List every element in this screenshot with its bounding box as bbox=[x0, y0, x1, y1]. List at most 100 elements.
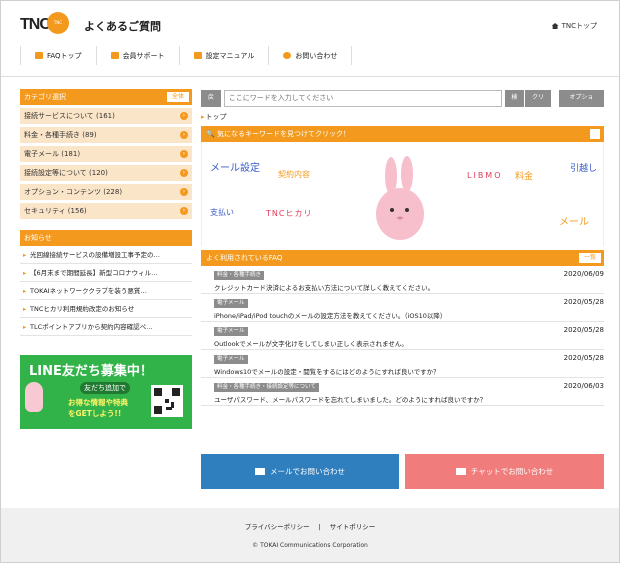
keyword-link[interactable]: 支払い bbox=[210, 207, 234, 218]
logo-text: TNC bbox=[20, 16, 51, 33]
category-label: 電子メール (181) bbox=[24, 150, 81, 158]
line-banner-title: LINE友だち募集中！ bbox=[29, 364, 153, 379]
tnc-top-link[interactable]: TNCトップ bbox=[551, 21, 597, 31]
copyright: © TOKAI Communications Corporation bbox=[252, 542, 368, 549]
calendar-icon[interactable] bbox=[590, 129, 600, 139]
search-icon: 🔍 bbox=[206, 130, 215, 138]
privacy-policy-link[interactable]: プライバシーポリシー bbox=[245, 523, 310, 531]
line-banner-body-line: をGETしよう!! bbox=[68, 409, 122, 418]
line-banner-sub: 友だち追加で bbox=[80, 382, 130, 394]
nav-item-manual[interactable]: 設定マニュアル bbox=[180, 46, 270, 65]
nav-item-contact[interactable]: お問い合わせ bbox=[269, 46, 353, 65]
line-banner-body: お得な情報や特典 をGETしよう!! bbox=[68, 397, 128, 419]
faq-row[interactable]: 料金・各種手続き 2020/06/09 クレジットカード決済によるお支払い方法に… bbox=[201, 266, 604, 294]
keyword-link[interactable]: メール設定 bbox=[210, 159, 260, 174]
faq-row[interactable]: 電子メール 2020/05/28 Outlookでメールが文字化けをしてしまい正… bbox=[201, 322, 604, 350]
tnc-top-label: TNCトップ bbox=[561, 22, 597, 30]
expand-icon[interactable]: › bbox=[180, 131, 188, 139]
nav-label: お問い合わせ bbox=[295, 51, 338, 60]
search-bar: 戻る 検索 クリア オプション bbox=[201, 89, 604, 118]
faq-row[interactable]: 料金・各種手続き・接続設定等について 2020/06/03 ユーザパスワード、メ… bbox=[201, 378, 604, 406]
category-item[interactable]: オプション・コンテンツ (228) › bbox=[20, 184, 192, 200]
nav-label: 設定マニュアル bbox=[205, 51, 255, 60]
tnc-logo[interactable]: TNC TNC bbox=[20, 12, 72, 36]
rabbit-mascot-icon bbox=[376, 156, 424, 240]
faq-row[interactable]: 電子メール 2020/05/28 Windows10でメールの設定・閲覧をするに… bbox=[201, 350, 604, 378]
breadcrumb[interactable]: トップ bbox=[201, 112, 604, 122]
faq-question[interactable]: ユーザパスワード、メールパスワードを忘れてしまいました。どのようにすれば良いです… bbox=[214, 394, 604, 404]
category-item[interactable]: 接続設定等について (120) › bbox=[20, 165, 192, 181]
sidebar: カテゴリ選択 全体 接続サービスについて (161) › 料金・各種手続き (89… bbox=[20, 89, 192, 336]
chat-contact-button[interactable]: チャットでお問い合わせ bbox=[405, 454, 604, 489]
main-nav: FAQトップ 会員サポート 設定マニュアル お問い合わせ bbox=[20, 46, 582, 65]
keyword-link[interactable]: メール bbox=[559, 213, 589, 228]
footer-separator: | bbox=[318, 523, 321, 531]
back-button[interactable]: 戻る bbox=[201, 89, 221, 118]
keyword-link[interactable]: TNCヒカリ bbox=[266, 208, 312, 219]
option-button[interactable]: オプション bbox=[558, 89, 604, 118]
category-all-button[interactable]: 全体 bbox=[166, 92, 189, 102]
nav-item-faq-top[interactable]: FAQトップ bbox=[20, 46, 97, 65]
keyword-link[interactable]: LIBMO bbox=[467, 171, 503, 180]
clear-button[interactable]: クリア bbox=[525, 89, 551, 118]
faq-all-button[interactable]: 一覧 bbox=[578, 253, 601, 263]
chat-icon bbox=[35, 52, 43, 59]
faq-date: 2020/06/03 bbox=[563, 382, 604, 390]
footer: プライバシーポリシー | サイトポリシー © TOKAI Communication… bbox=[1, 508, 619, 562]
news-item[interactable]: TOKAIネットワーククラブを装う悪質… bbox=[20, 282, 192, 300]
people-icon bbox=[110, 52, 119, 59]
faq-question[interactable]: Outlookでメールが文字化けをしてしまい正しく表示されません。 bbox=[214, 338, 604, 348]
expand-icon[interactable]: › bbox=[180, 188, 188, 196]
phone-icon bbox=[283, 52, 292, 59]
category-header: カテゴリ選択 全体 bbox=[20, 89, 192, 105]
home-icon bbox=[551, 23, 559, 29]
faq-question[interactable]: iPhone/iPad/iPod touchのメールの設定方法を教えてください。… bbox=[214, 310, 604, 320]
keyword-link[interactable]: 料金 bbox=[515, 169, 533, 182]
expand-icon[interactable]: › bbox=[180, 207, 188, 215]
news-item[interactable]: 【6月末まで期間延長】新型コロナウィル… bbox=[20, 264, 192, 282]
site-policy-link[interactable]: サイトポリシー bbox=[330, 523, 376, 531]
faq-question[interactable]: Windows10でメールの設定・閲覧をするにはどのようにすれば良いですか？ bbox=[214, 366, 604, 376]
keyword-link[interactable]: 引越し bbox=[570, 161, 597, 174]
faq-category-tag: 電子メール bbox=[214, 327, 248, 336]
news-item[interactable]: TNCヒカリ利用規約改定のお知らせ bbox=[20, 300, 192, 318]
mail-contact-button[interactable]: メールでお問い合わせ bbox=[201, 454, 399, 489]
mail-contact-label: メールでお問い合わせ bbox=[270, 467, 345, 476]
search-input[interactable] bbox=[223, 89, 502, 107]
keyword-header: 🔍 気になるキーワードを見つけてクリック！ bbox=[201, 126, 604, 142]
expand-icon[interactable]: › bbox=[180, 112, 188, 120]
category-label: オプション・コンテンツ (228) bbox=[24, 188, 123, 196]
keyword-title: 気になるキーワードを見つけてクリック！ bbox=[216, 130, 350, 138]
faq-category-tag: 電子メール bbox=[214, 355, 248, 364]
news-item[interactable]: TLCポイントアプリから契約内容確認ペ… bbox=[20, 318, 192, 336]
footer-links: プライバシーポリシー | サイトポリシー bbox=[1, 521, 619, 531]
line-banner-body-line: お得な情報や特典 bbox=[68, 398, 128, 407]
mail-icon bbox=[255, 468, 265, 475]
category-item[interactable]: セキュリティ (156) › bbox=[20, 203, 192, 219]
header: TNC TNC よくあるご質問 TNCトップ FAQトップ 会員サポート 設定マ… bbox=[1, 1, 619, 77]
faq-row[interactable]: 電子メール 2020/05/28 iPhone/iPad/iPod touchの… bbox=[201, 294, 604, 322]
faq-date: 2020/05/28 bbox=[563, 354, 604, 362]
nav-label: 会員サポート bbox=[122, 51, 165, 60]
nav-item-member-support[interactable]: 会員サポート bbox=[97, 46, 180, 65]
category-label: 接続設定等について (120) bbox=[24, 169, 108, 177]
category-item[interactable]: 電子メール (181) › bbox=[20, 146, 192, 162]
category-label: 料金・各種手続き (89) bbox=[24, 131, 97, 139]
keyword-link[interactable]: 契約内容 bbox=[278, 169, 310, 180]
nav-label: FAQトップ bbox=[47, 51, 82, 60]
faq-category-tag: 料金・各種手続き bbox=[214, 271, 265, 280]
faq-title: よく利用されているFAQ bbox=[206, 254, 283, 262]
category-item[interactable]: 料金・各種手続き (89) › bbox=[20, 127, 192, 143]
line-friend-banner[interactable]: LINE友だち募集中！ 友だち追加で お得な情報や特典 をGETしよう!! bbox=[20, 355, 192, 429]
faq-header: よく利用されているFAQ 一覧 bbox=[201, 250, 604, 266]
faq-question[interactable]: クレジットカード決済によるお支払い方法について詳しく教えてください。 bbox=[214, 282, 604, 292]
category-item[interactable]: 接続サービスについて (161) › bbox=[20, 108, 192, 124]
expand-icon[interactable]: › bbox=[180, 150, 188, 158]
expand-icon[interactable]: › bbox=[180, 169, 188, 177]
faq-date: 2020/05/28 bbox=[563, 298, 604, 306]
category-label: セキュリティ (156) bbox=[24, 207, 87, 215]
search-button[interactable]: 検索 bbox=[504, 89, 525, 118]
news-item[interactable]: 光回線接続サービスの設備増設工事予定の… bbox=[20, 246, 192, 264]
book-icon bbox=[193, 52, 202, 59]
keyword-cloud: メール設定 契約内容 LIBMO 料金 引越し 支払い TNCヒカリ メール bbox=[201, 142, 604, 246]
